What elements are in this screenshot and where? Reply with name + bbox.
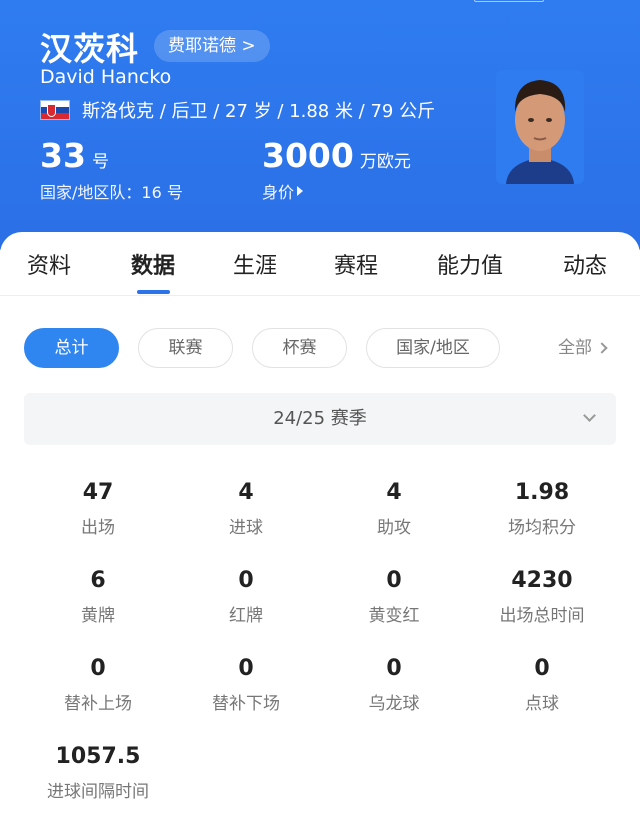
chip-cup[interactable]: 杯赛 <box>252 328 347 368</box>
stat-label: 黄牌 <box>81 606 115 626</box>
stat-value: 0 <box>90 656 106 681</box>
stat-value: 0 <box>386 568 402 593</box>
stat-value: 0 <box>238 656 254 681</box>
stat-label: 替补上场 <box>64 694 132 714</box>
stat-yellow-cards: 6 黄牌 <box>24 568 172 626</box>
shirt-number: 33 <box>40 136 86 175</box>
content-card: 资料 数据 生涯 赛程 能力值 动态 总计 联赛 杯赛 国家/地区 全部 24/… <box>0 232 640 835</box>
stat-label: 点球 <box>525 694 559 714</box>
tab-career[interactable]: 生涯 <box>233 248 277 280</box>
stat-value: 0 <box>238 568 254 593</box>
stat-value: 4 <box>386 480 402 505</box>
stat-minutes-played: 4230 出场总时间 <box>468 568 616 626</box>
shirt-number-unit: 号 <box>91 152 109 172</box>
season-selector[interactable]: 24/25 赛季 <box>24 393 616 445</box>
market-value-unit: 万欧元 <box>359 152 411 172</box>
stat-label: 出场总时间 <box>499 606 585 626</box>
player-photo <box>496 70 584 184</box>
shirt-number-block: 33 号 国家/地区队：16 号 <box>40 136 183 203</box>
stat-own-goals: 0 乌龙球 <box>320 656 468 714</box>
all-filter-link[interactable]: 全部 <box>558 328 608 368</box>
stat-value: 4230 <box>511 568 573 593</box>
stat-value: 0 <box>534 656 550 681</box>
stat-points-per-game: 1.98 场均积分 <box>468 480 616 538</box>
stat-label: 替补下场 <box>212 694 280 714</box>
player-info-text: 斯洛伐克 / 后卫 / 27 岁 / 1.88 米 / 79 公斤 <box>82 101 436 122</box>
player-name: 汉茨科 <box>40 30 140 68</box>
club-link-button[interactable]: 费耶诺德 > <box>154 30 270 62</box>
stat-label: 场均积分 <box>508 518 576 538</box>
stat-sub-on: 0 替补上场 <box>24 656 172 714</box>
player-info: 斯洛伐克 / 后卫 / 27 岁 / 1.88 米 / 79 公斤 <box>40 97 435 123</box>
tab-stats[interactable]: 数据 <box>131 248 175 280</box>
stat-penalties: 0 点球 <box>468 656 616 714</box>
play-arrow-icon <box>297 186 304 196</box>
stat-label: 出场 <box>81 518 115 538</box>
stat-goals: 4 进球 <box>172 480 320 538</box>
stat-label: 乌龙球 <box>368 694 420 714</box>
stat-appearances: 47 出场 <box>24 480 172 538</box>
tab-schedule[interactable]: 赛程 <box>334 248 378 280</box>
stat-sub-off: 0 替补下场 <box>172 656 320 714</box>
stat-goal-interval: 1057.5 进球间隔时间 <box>24 744 172 802</box>
market-value-label: 身价 <box>262 183 295 202</box>
market-value: 3000 <box>262 136 354 175</box>
season-label: 24/25 赛季 <box>273 408 367 429</box>
active-tab-indicator <box>137 290 170 294</box>
chip-national[interactable]: 国家/地区 <box>366 328 500 368</box>
stat-value: 0 <box>386 656 402 681</box>
stat-value: 6 <box>90 568 106 593</box>
chevron-right-icon <box>596 342 608 354</box>
stat-value: 47 <box>82 480 114 505</box>
chip-total[interactable]: 总计 <box>24 328 119 368</box>
tab-ratings[interactable]: 能力值 <box>437 248 503 280</box>
stat-label: 助攻 <box>377 518 411 538</box>
national-team-number: 国家/地区队：16 号 <box>40 183 183 202</box>
tab-profile[interactable]: 资料 <box>27 248 71 280</box>
slovakia-flag-icon <box>40 100 70 120</box>
stat-assists: 4 助攻 <box>320 480 468 538</box>
chip-league[interactable]: 联赛 <box>138 328 233 368</box>
stat-second-yellow: 0 黄变红 <box>320 568 468 626</box>
player-header: 汉茨科 费耶诺德 > David Hancko 斯洛伐克 / 后卫 / 27 岁… <box>0 0 640 250</box>
stat-value: 1.98 <box>514 480 570 505</box>
player-name-english: David Hancko <box>40 66 172 88</box>
stat-red-cards: 0 红牌 <box>172 568 320 626</box>
market-value-block[interactable]: 3000 万欧元 身价 <box>262 136 411 203</box>
all-filter-label: 全部 <box>558 338 592 358</box>
stat-label: 进球间隔时间 <box>47 782 149 802</box>
tab-bar: 资料 数据 生涯 赛程 能力值 动态 <box>0 232 640 296</box>
stat-label: 进球 <box>229 518 263 538</box>
stat-label: 红牌 <box>229 606 263 626</box>
filter-chips: 总计 联赛 杯赛 国家/地区 全部 <box>0 328 640 370</box>
tab-news[interactable]: 动态 <box>563 248 607 280</box>
stat-value: 4 <box>238 480 254 505</box>
top-decoration <box>474 0 544 2</box>
stat-label: 黄变红 <box>368 606 420 626</box>
stat-value: 1057.5 <box>55 744 141 769</box>
